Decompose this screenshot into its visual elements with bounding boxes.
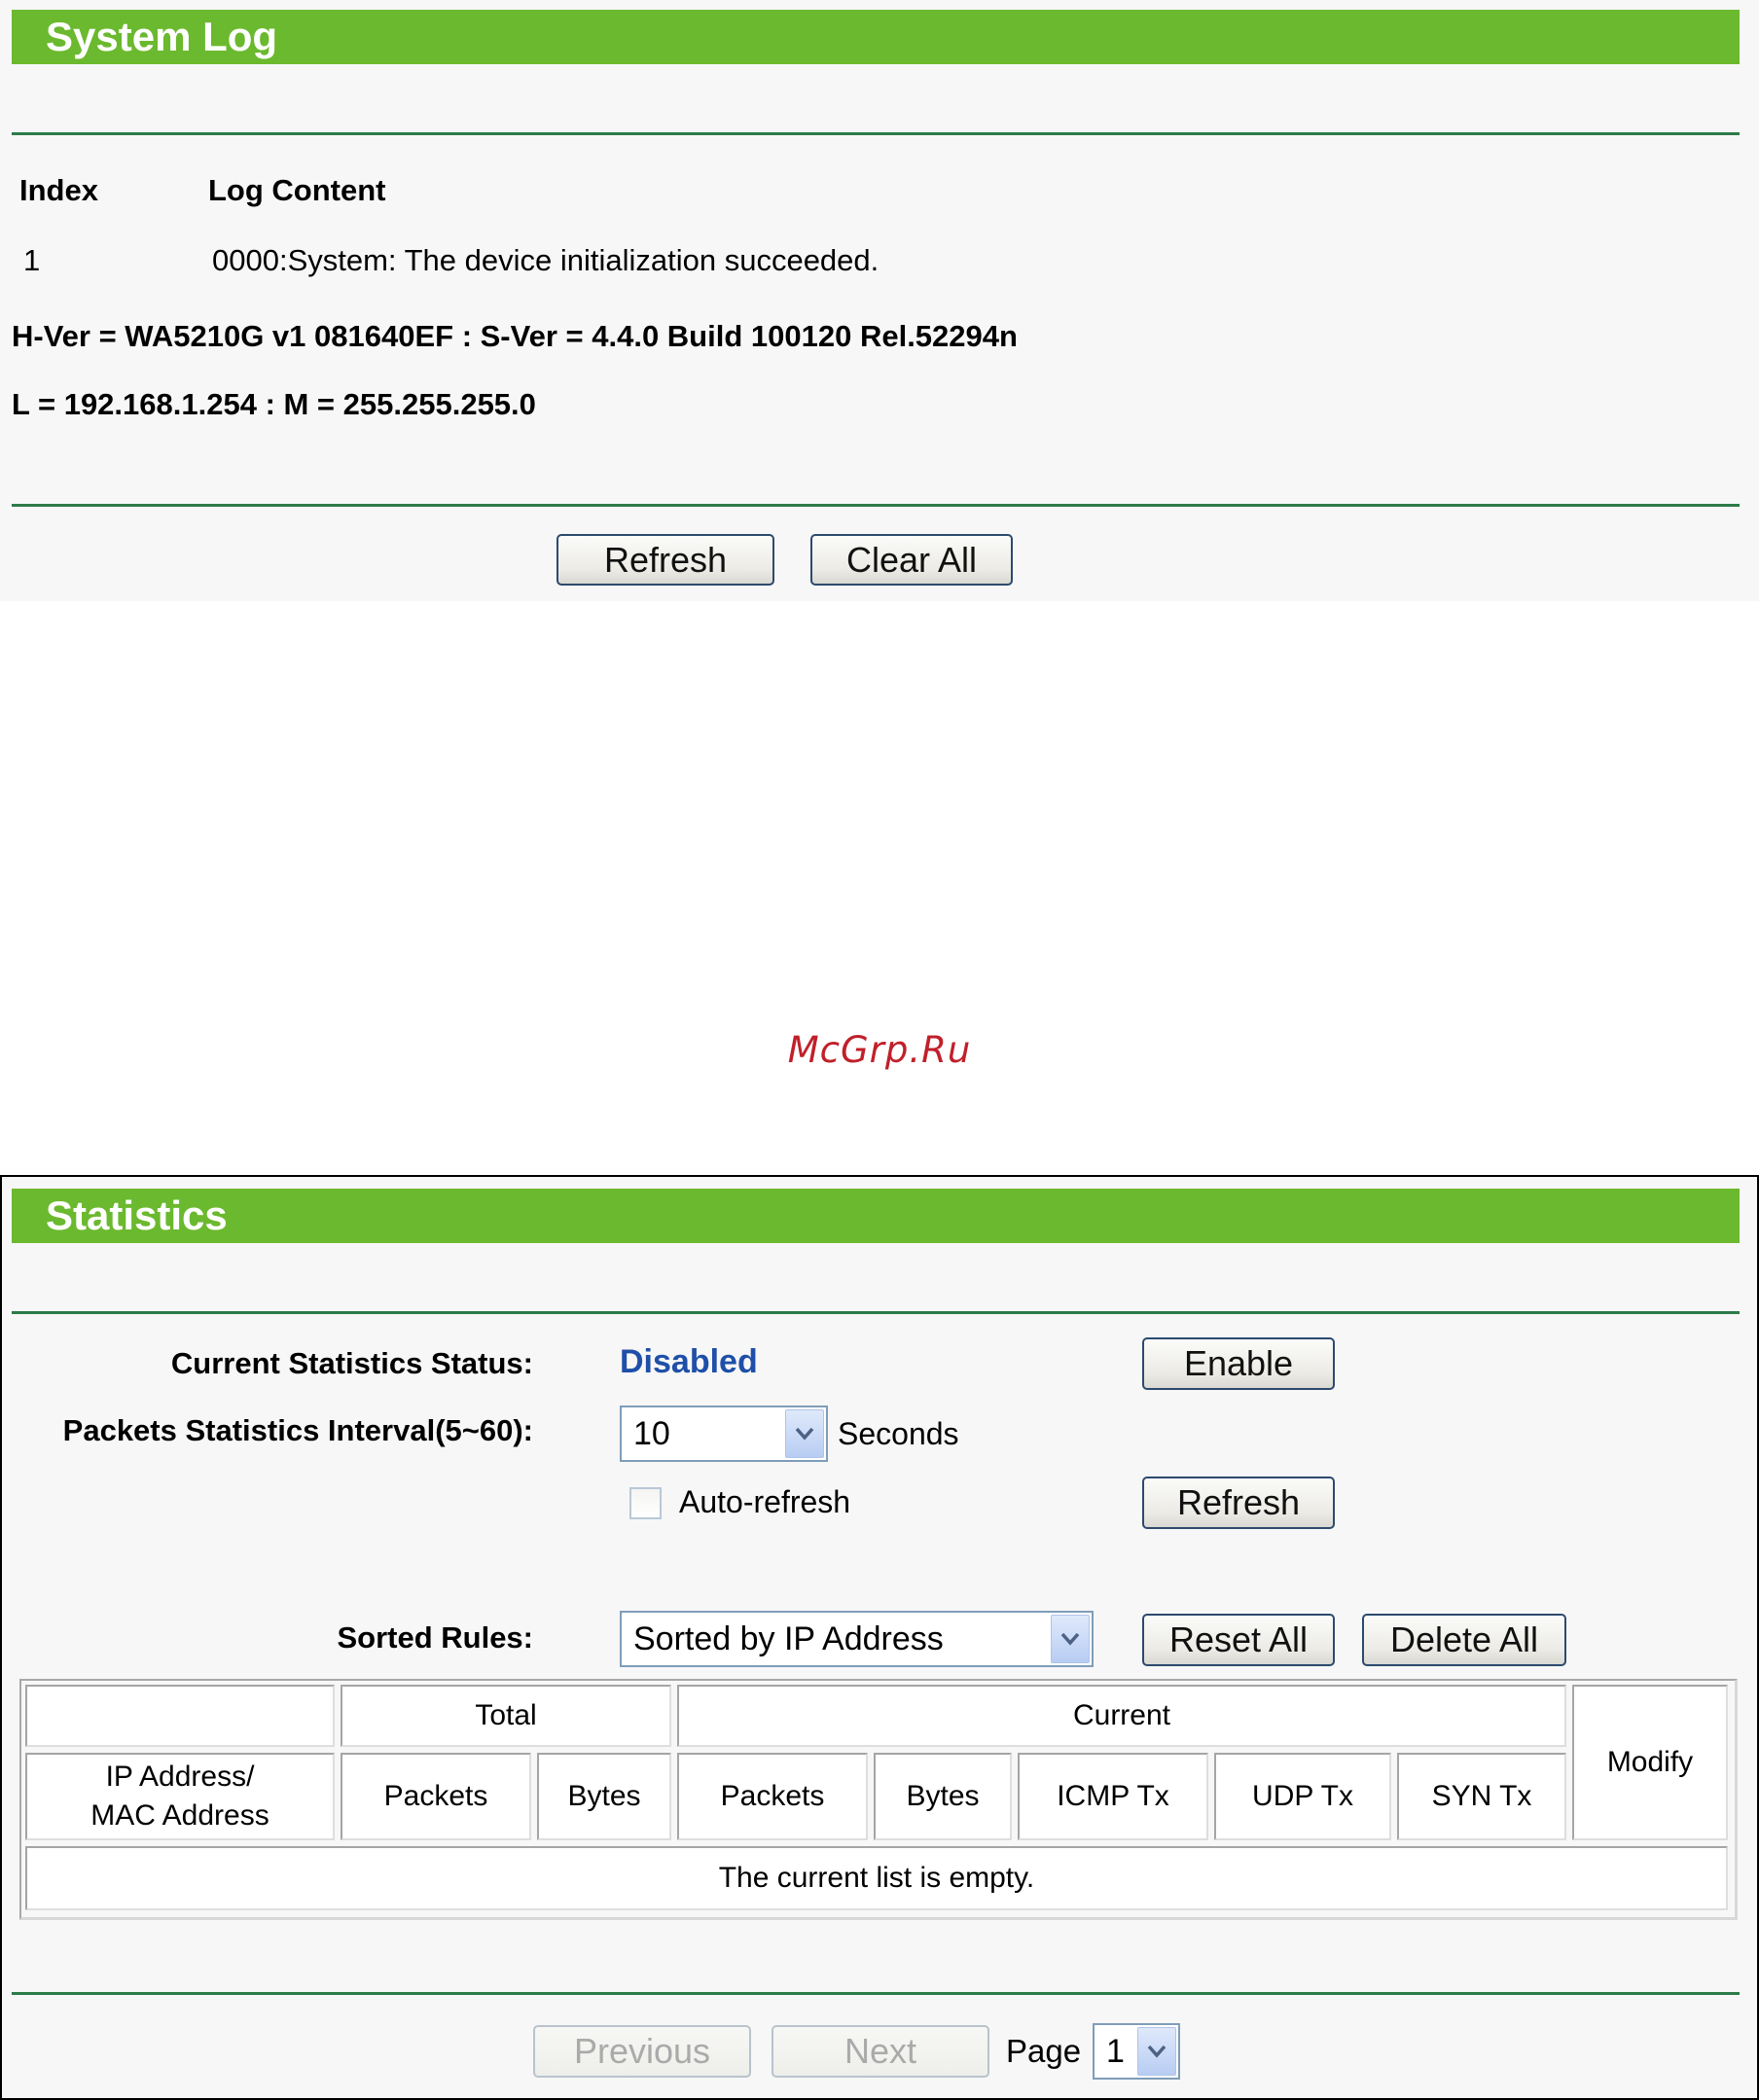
- page-label: Page: [1006, 2033, 1082, 2069]
- table-empty-message: The current list is empty.: [25, 1846, 1728, 1910]
- table-corner-cell: [25, 1685, 335, 1747]
- sorted-rules-value: Sorted by IP Address: [633, 1620, 944, 1657]
- log-entry-index: 1: [23, 243, 41, 277]
- table-column-modify: Modify: [1572, 1685, 1728, 1840]
- watermark-text: McGrp.Ru: [787, 1029, 972, 1071]
- log-column-content: Log Content: [208, 173, 386, 207]
- table-group-current: Current: [677, 1685, 1566, 1747]
- interval-select[interactable]: 10: [620, 1406, 828, 1462]
- autorefresh-checkbox[interactable]: [629, 1487, 662, 1519]
- statistics-title: Statistics: [12, 1189, 1740, 1243]
- refresh-statistics-button[interactable]: Refresh: [1142, 1477, 1335, 1529]
- table-column-syn-tx: SYN Tx: [1397, 1753, 1566, 1840]
- chevron-down-icon: [785, 1409, 824, 1458]
- table-column-current-packets: Packets: [677, 1753, 868, 1840]
- address-line: L = 192.168.1.254 : M = 255.255.255.0: [12, 387, 536, 421]
- table-column-ip-address: IP Address/ MAC Address: [25, 1753, 335, 1840]
- status-label: Current Statistics Status:: [170, 1346, 533, 1380]
- table-column-icmp-tx: ICMP Tx: [1018, 1753, 1208, 1840]
- enable-button[interactable]: Enable: [1142, 1337, 1335, 1390]
- table-column-total-packets: Packets: [341, 1753, 531, 1840]
- next-page-button[interactable]: Next: [772, 2025, 989, 2078]
- status-value: Disabled: [620, 1343, 758, 1380]
- delete-all-button[interactable]: Delete All: [1362, 1614, 1566, 1666]
- system-log-title: System Log: [12, 10, 1740, 64]
- stats-divider-top: [12, 1311, 1740, 1314]
- page-select-value: 1: [1106, 2033, 1125, 2070]
- table-column-udp-tx: UDP Tx: [1214, 1753, 1391, 1840]
- reset-all-button[interactable]: Reset All: [1142, 1614, 1335, 1666]
- system-log-panel: [0, 0, 1759, 601]
- mac-address-label: MAC Address: [90, 1799, 269, 1832]
- divider-top: [12, 132, 1740, 135]
- table-column-current-bytes: Bytes: [874, 1753, 1012, 1840]
- page-select[interactable]: 1: [1093, 2023, 1180, 2080]
- log-entry-content: 0000:System: The device initialization s…: [212, 243, 880, 277]
- refresh-log-button[interactable]: Refresh: [556, 534, 774, 586]
- chevron-down-icon: [1137, 2027, 1176, 2076]
- interval-unit: Seconds: [838, 1416, 959, 1451]
- stats-divider-bottom: [12, 1992, 1740, 1995]
- sorted-rules-label: Sorted Rules:: [337, 1620, 533, 1655]
- interval-select-value: 10: [633, 1415, 670, 1452]
- ip-address-label: IP Address/: [105, 1761, 255, 1793]
- autorefresh-label: Auto-refresh: [679, 1484, 851, 1519]
- clear-all-button[interactable]: Clear All: [810, 534, 1013, 586]
- version-line: H-Ver = WA5210G v1 081640EF : S-Ver = 4.…: [12, 319, 1018, 353]
- log-column-index: Index: [19, 173, 98, 207]
- table-column-total-bytes: Bytes: [537, 1753, 671, 1840]
- interval-label: Packets Statistics Interval(5~60):: [62, 1413, 533, 1447]
- previous-page-button[interactable]: Previous: [533, 2025, 751, 2078]
- table-group-total: Total: [341, 1685, 671, 1747]
- sorted-rules-select[interactable]: Sorted by IP Address: [620, 1611, 1094, 1667]
- chevron-down-icon: [1051, 1615, 1090, 1663]
- divider-bottom: [12, 504, 1740, 507]
